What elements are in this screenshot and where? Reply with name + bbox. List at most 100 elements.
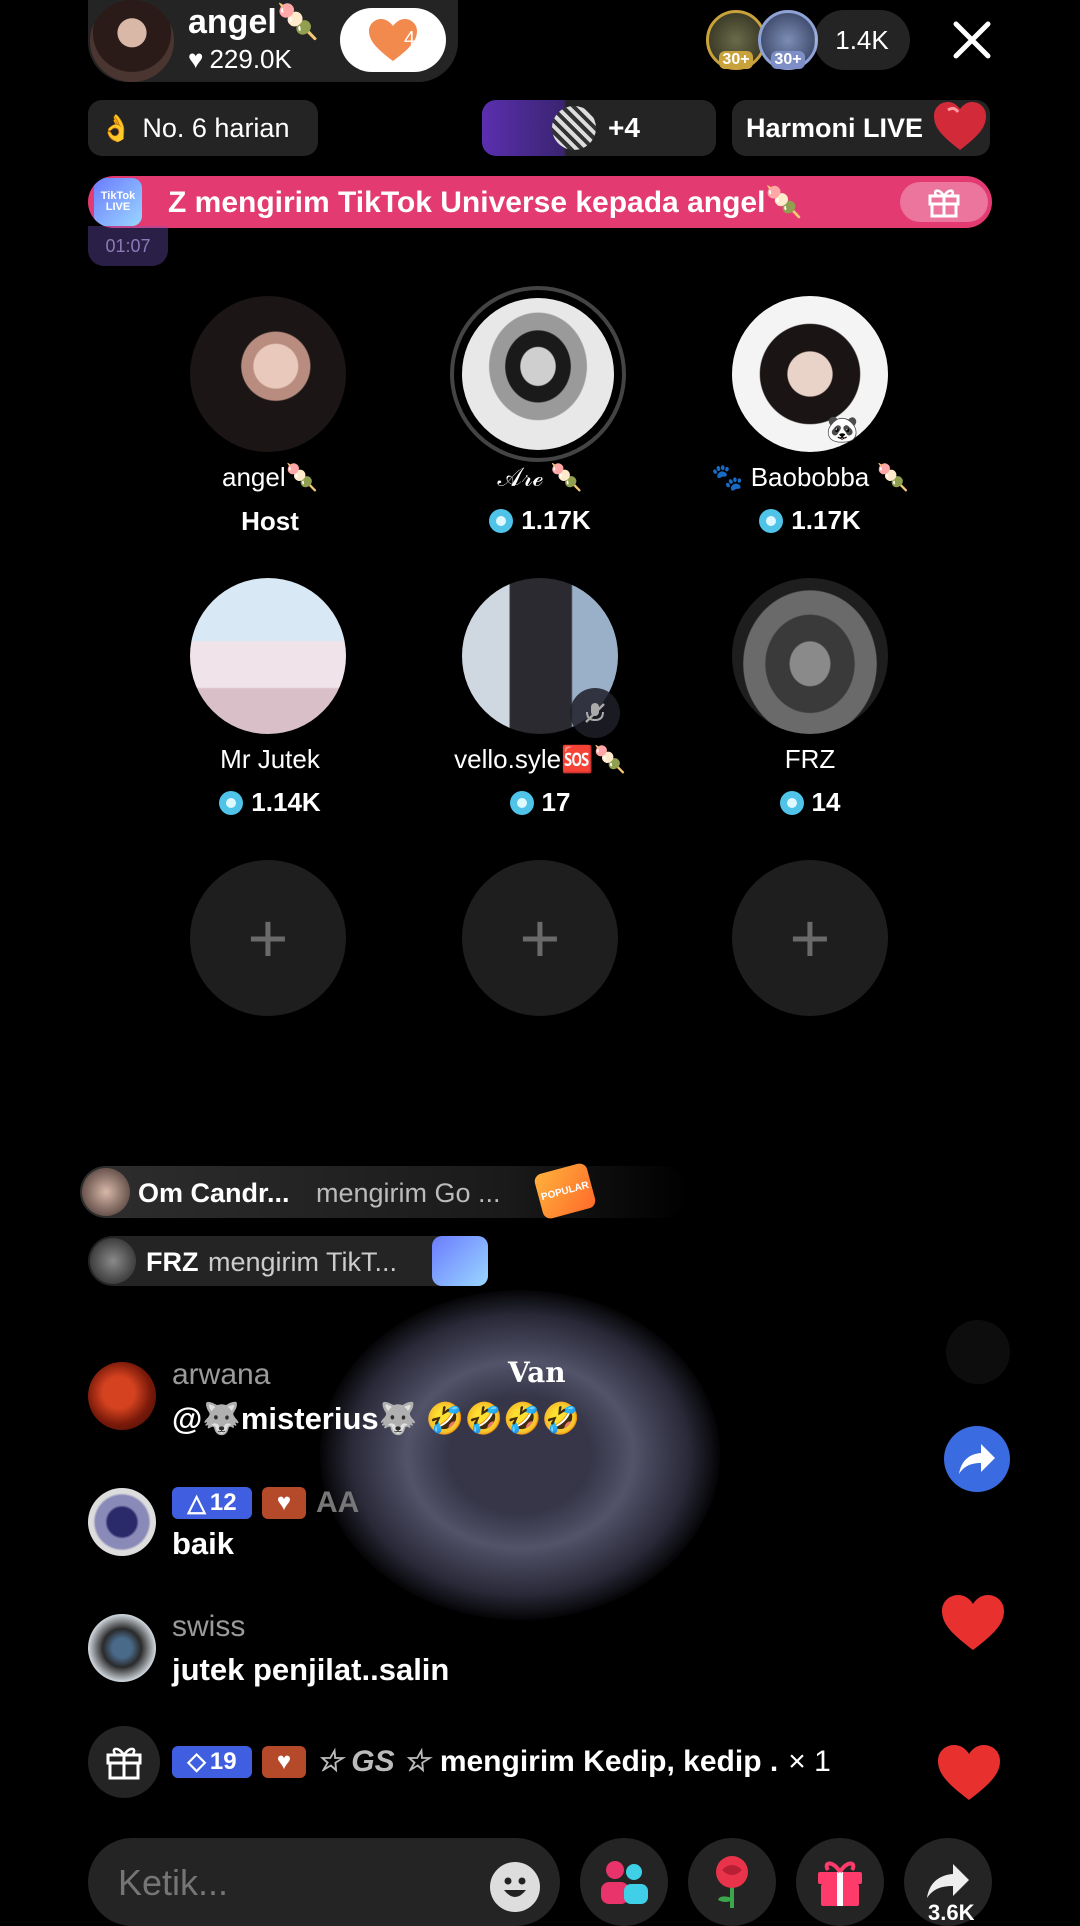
mic-muted-badge [570,688,620,738]
host-panel[interactable]: angel🍡 ♥ 229.0K 4 [88,0,458,82]
seat-name-host: angel🍡 [222,462,318,492]
smiley-icon [504,1877,526,1897]
gift-history-button[interactable] [88,1726,160,1798]
chat-user-2[interactable]: AA [316,1486,359,1520]
viewer-badge-1: 30+ [719,51,753,69]
like-count: 4 [404,28,416,50]
gift-animation-overlay [320,1290,720,1620]
rose-icon [716,1856,748,1908]
seat-name-mr-jutek: Mr Jutek [220,744,320,774]
close-button[interactable] [946,14,998,66]
fan-badge: ♥ [262,1745,306,1778]
empty-seat-2[interactable]: + [462,860,618,1016]
gift-notice-avatar [82,1168,130,1216]
coin-icon [759,508,784,533]
guest-avatar [552,106,596,150]
chat-message-swiss: jutek penjilat..salin [172,1652,450,1687]
host-likes: ♥ 229.0K [188,44,292,74]
viewer-badge-2: 30+ [771,51,805,69]
chat-avatar-2[interactable] [88,1488,156,1556]
gift-notice-user: Om Candr... [138,1178,290,1208]
seat-avatar-are[interactable] [462,298,614,450]
share-arrow-icon [927,1864,969,1898]
seat-avatar-frz[interactable] [732,578,888,734]
empty-seat-1[interactable]: + [190,860,346,1016]
guests-button[interactable] [580,1838,668,1926]
gift-notice-avatar [90,1238,136,1284]
gift-banner[interactable]: TikTok LIVE Z mengirim TikTok Universe k… [88,176,992,228]
seat-coins-vello: 17 [405,787,675,818]
chat-user-arwana[interactable]: arwana [172,1358,270,1392]
seat-avatar-baobobba[interactable] [732,296,888,452]
chat-avatar-arwana[interactable] [88,1362,156,1430]
coin-icon [509,790,534,815]
harmoni-live-label: Harmoni LIVE [746,112,924,143]
chat-avatar-swiss[interactable] [88,1614,156,1682]
viewer-count: 1.4K [835,24,889,55]
share-count: 3.6K [928,1900,975,1925]
chat-user-swiss[interactable]: swiss [172,1610,245,1644]
gift-banner-button[interactable] [900,182,988,222]
banner-time: 01:07 [105,235,151,256]
gift-notice-1[interactable]: Om Candr... mengirim Go ... POPULAR [80,1161,690,1221]
fan-badge: ♥ [262,1487,306,1519]
mic-muted-icon [585,703,605,723]
seat-name-are: 𝒜𝓇ℯ 🍡 [497,462,583,492]
empty-seat-3[interactable]: + [732,860,888,1016]
gift-icon [106,1747,142,1780]
tiktok-live-badge-label: TikTok LIVE [100,190,136,213]
viewer-avatar-1[interactable]: 30+ [706,10,766,70]
banner-time-tag: 01:07 [88,226,168,266]
gift-banner-text: Z mengirim TikTok Universe kepada angel🍡 [168,186,803,219]
comment-input-box[interactable] [88,1838,560,1926]
gift-line-user[interactable]: ☆ GS ☆ [316,1744,430,1779]
floating-heart-icon [938,1745,1000,1800]
chat-message-2: baik [172,1526,235,1561]
seat-coins-baobobba: 1.17K [675,505,945,536]
heart-small-icon: ♥ [188,44,204,74]
guests-extra-count: +4 [608,112,640,143]
gift-notice-2[interactable]: FRZ mengirim TikT... [88,1236,488,1286]
viewer-avatar-2[interactable]: 30+ [758,10,818,70]
faded-side-button [946,1320,1010,1384]
gift-box-icon [818,1861,862,1906]
gift-line-text: mengirim Kedip, kedip . [439,1744,779,1778]
daily-rank-pill[interactable]: 👌 No. 6 harian [88,100,318,156]
heart-box-icon [934,102,986,150]
coin-icon [489,508,514,533]
daily-rank-label: No. 6 harian [142,112,290,143]
seat-avatar-host[interactable] [190,296,346,452]
comment-input[interactable] [116,1858,460,1908]
host-name: angel🍡 [188,3,320,41]
seat-coins-are: 1.17K [405,505,675,536]
coin-icon [219,790,244,815]
popular-tag: POPULAR [532,1161,598,1221]
viewer-count-pill[interactable]: 1.4K [814,10,910,70]
emoji-button[interactable] [490,1862,540,1912]
harmoni-live-pill[interactable]: Harmoni LIVE [732,100,990,156]
coin-icon [779,790,804,815]
gift-notice-text: mengirim TikT... [208,1247,398,1277]
guests-pill[interactable]: +4 [482,100,716,156]
share-side-button[interactable] [944,1426,1010,1492]
gift-notice-user: FRZ [146,1247,199,1277]
rose-gift-button[interactable] [688,1838,776,1926]
host-avatar[interactable] [90,0,174,82]
plus-icon: + [789,899,831,977]
gift-line-count: × 1 [788,1744,831,1778]
share-button[interactable]: 3.6K [904,1838,992,1926]
panda-icon: 🐼 [826,414,859,444]
plus-icon: + [519,899,561,977]
gift-button[interactable] [796,1838,884,1926]
seat-name-vello: vello.syle🆘🍡 [454,744,626,774]
seat-role-host: Host [241,506,299,536]
chat-message-arwana: @🐺misterius🐺 🤣🤣🤣🤣 [172,1401,581,1436]
ok-hand-icon: 👌 [100,112,133,143]
seat-name-baobobba: 🐾 Baobobba 🍡 [711,462,909,492]
level-badge: ◇ 19 [172,1745,252,1778]
share-arrow-icon [959,1444,995,1474]
seat-avatar-mr-jutek[interactable] [190,578,346,734]
tiktok-live-badge: TikTok LIVE [94,178,142,226]
follow-heart-button[interactable]: 4 [340,8,446,72]
plus-icon: + [247,899,289,977]
